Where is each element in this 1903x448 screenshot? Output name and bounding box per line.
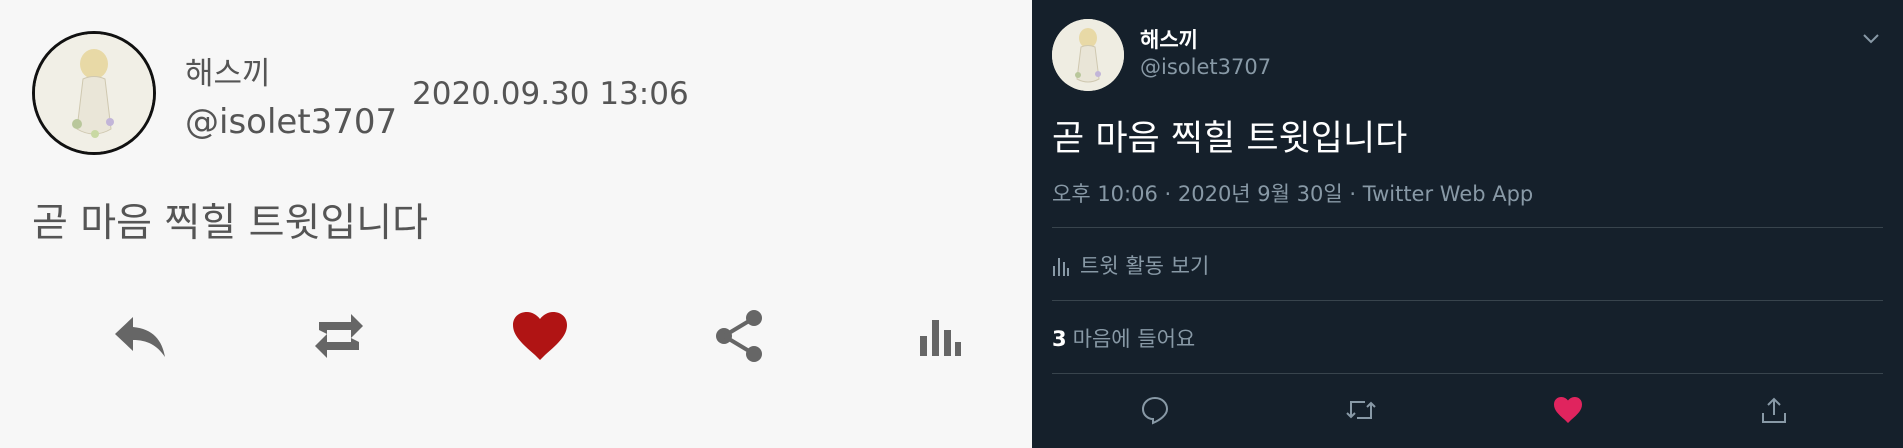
avatar[interactable] [32,31,156,155]
share-icon [716,310,762,362]
reply-icon [115,317,165,357]
tweet-timestamp: 2020.09.30 13:06 [412,76,689,112]
retweet-icon [1346,401,1376,419]
heart-icon [1554,397,1582,423]
user-name: 해스끼 [185,56,271,92]
divider [1052,373,1883,374]
tweet-actions [0,300,1032,372]
dark-tweet-panel: 해스끼 @isolet3707 곧 마음 찍힐 트윗입니다 오후 10:06 ·… [1032,0,1903,448]
likes-count: 3 [1052,327,1067,351]
reply-icon [1141,396,1169,425]
avatar-image [35,34,153,152]
activity-label: 트윗 활동 보기 [1080,254,1210,278]
heart-icon [513,312,567,360]
divider [1052,227,1883,228]
user-name: 해스끼 [1140,28,1198,52]
tweet-meta: 오후 10:06 · 2020년 9월 30일 · Twitter Web Ap… [1052,182,1534,206]
light-tweet-panel: 해스끼 @isolet3707 2020.09.30 13:06 곧 마음 찍힐… [0,0,1032,448]
likes-label: 마음에 들어요 [1072,327,1196,351]
divider [1052,300,1883,301]
share-button[interactable] [1754,390,1794,430]
chevron-down-icon [1863,34,1879,44]
retweet-icon [315,314,363,358]
share-icon [1762,397,1786,423]
stats-button[interactable] [904,300,976,372]
avatar-image [1052,19,1124,91]
retweet-button[interactable] [1341,390,1381,430]
like-button[interactable] [1548,390,1588,430]
tweet-text: 곧 마음 찍힐 트윗입니다 [32,201,428,246]
user-handle: @isolet3707 [185,102,398,142]
share-button[interactable] [704,300,776,372]
reply-button[interactable] [1135,390,1175,430]
retweet-button[interactable] [303,300,375,372]
user-handle: @isolet3707 [1140,55,1272,79]
stats-icon [920,320,961,356]
more-options-button[interactable] [1860,27,1882,49]
avatar[interactable] [1052,19,1124,91]
like-button[interactable] [504,300,576,372]
tweet-activity-link[interactable]: 트윗 활동 보기 [1052,250,1209,280]
likes-summary[interactable]: 3 마음에 들어요 [1052,323,1195,353]
tweet-text: 곧 마음 찍힐 트윗입니다 [1052,119,1408,159]
reply-button[interactable] [104,300,176,372]
activity-icon [1053,258,1069,276]
